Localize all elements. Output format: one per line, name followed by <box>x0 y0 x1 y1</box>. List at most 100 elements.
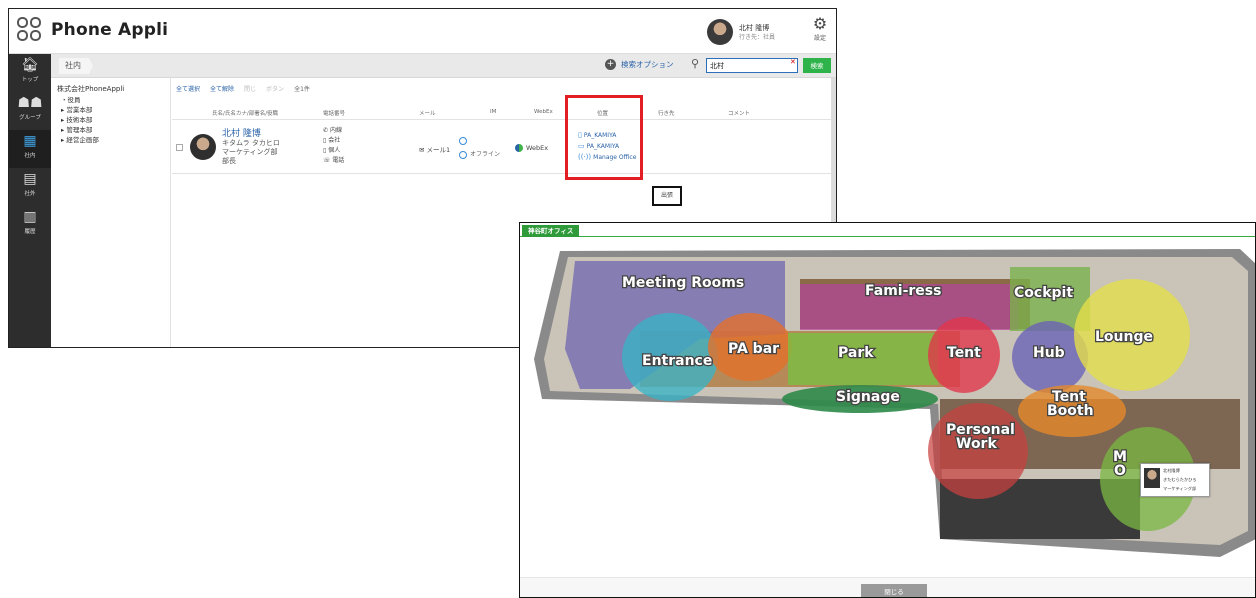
tab-office[interactable]: 神谷町オフィス <box>522 225 580 237</box>
webex-link[interactable]: WebEx <box>515 144 548 152</box>
skype-icon <box>459 150 467 159</box>
clipboard-icon: ▥ <box>23 209 37 225</box>
app-header: Phone Appli 北村 隆博 行き先：社員 ⚙ 設定 <box>9 9 836 54</box>
zone-label: Park <box>838 345 874 361</box>
mail-icon: ✉ <box>419 146 427 154</box>
zone-label: Fami-ress <box>865 283 941 299</box>
tree-node[interactable]: ▸ 経営企画部 <box>57 135 170 145</box>
tab-underline <box>520 236 1255 237</box>
im-status[interactable]: オフライン <box>459 134 500 162</box>
app-logo[interactable]: Phone Appli <box>17 17 168 43</box>
sidebar-item-history[interactable]: ▥ 履歴 <box>9 206 51 244</box>
person-name-link[interactable]: 北村 隆博 <box>222 130 280 139</box>
floor-map-window: 神谷町オフィス Meeting Rooms Fami-ress Cockpit … <box>519 222 1256 598</box>
popup-kana: きたむらたかひろ <box>1163 477 1197 482</box>
col-webex[interactable]: WebEx <box>534 109 553 115</box>
breadcrumb[interactable]: 社内 <box>59 58 93 74</box>
sidebar-item-label: 社内 <box>24 153 36 159</box>
disabled-action[interactable]: 閉じ <box>244 84 256 93</box>
floor-map-svg: Meeting Rooms Fami-ress Cockpit Lounge E… <box>534 249 1255 557</box>
grid-header: 氏名/氏名カナ/部署名/役職 電話番号 メール IM WebEx 位置 行き先 … <box>172 106 832 120</box>
popup-text: 北村隆博 きたむらたかひろ マーケティング部 <box>1163 466 1197 493</box>
location-highlight <box>565 95 643 180</box>
avatar <box>190 134 216 160</box>
toolbar: 社内 + 検索オプション ⚲ ✕ 検索 <box>51 54 836 78</box>
tree-node[interactable]: ▸ 営業本部 <box>57 105 170 115</box>
zone-label: PA bar <box>728 341 779 357</box>
col-phone[interactable]: 電話番号 <box>323 109 345 117</box>
col-mail[interactable]: メール <box>419 109 436 117</box>
org-tree: 株式会社PhoneAppli ・役員 ▸ 営業本部 ▸ 技術本部 ▸ 管理本部 … <box>51 78 171 347</box>
settings-label: 設定 <box>813 35 826 42</box>
phone-extension[interactable]: ✆ 内線 <box>323 126 344 136</box>
tree-node[interactable]: ・役員 <box>57 95 170 105</box>
table-row[interactable]: 北村 隆博 キタムラ タカヒロ マーケティング部 部長 ✆ 内線 ▯ 会社 ▯ … <box>172 122 832 206</box>
avatar <box>707 19 733 45</box>
sidebar-item-internal[interactable]: ▦ 社内 <box>9 130 51 168</box>
deselect-all-link[interactable]: 全て解除 <box>210 84 234 93</box>
phone-personal[interactable]: ▯ 個人 <box>323 146 344 156</box>
header-user-status: 行き先：社員 <box>739 33 776 41</box>
sidebar-item-top[interactable]: 🏠︎ トップ <box>9 54 51 92</box>
settings-button[interactable]: ⚙ 設定 <box>807 15 833 51</box>
sidebar-item-label: 履歴 <box>24 229 36 235</box>
search-options-button[interactable]: + 検索オプション <box>605 59 674 70</box>
row-checkbox[interactable] <box>176 144 183 151</box>
fax-icon: ☏ <box>323 157 333 164</box>
org-chart-icon: ▦ <box>23 133 37 149</box>
search-input[interactable] <box>706 58 798 73</box>
tree-node[interactable]: ▸ 技術本部 <box>57 115 170 125</box>
sidebar: 🏠︎ トップ ☗☗ グループ ▦ 社内 ▤ 社外 ▥ 履歴 <box>9 54 51 347</box>
phone-office[interactable]: ▯ 会社 <box>323 136 344 146</box>
map-footer: 閉じる <box>520 577 1255 597</box>
zone-label: O <box>1114 463 1126 479</box>
gear-icon: ⚙ <box>812 14 828 33</box>
person-info: 北村 隆博 キタムラ タカヒロ マーケティング部 部長 <box>222 130 280 166</box>
tree-root[interactable]: 株式会社PhoneAppli <box>57 84 170 95</box>
popup-dept: マーケティング部 <box>1163 486 1197 491</box>
person-dept: マーケティング部 <box>222 148 278 156</box>
tree-node[interactable]: ▸ 管理本部 <box>57 125 170 135</box>
floor-map[interactable]: Meeting Rooms Fami-ress Cockpit Lounge E… <box>520 239 1255 577</box>
header-user-name: 北村 隆博 <box>739 23 770 32</box>
result-count: 全1件 <box>294 86 310 93</box>
grid-actions: 全て選択 全て解除 閉じ ボタン 全1件 <box>176 84 310 93</box>
chat-icon <box>459 136 467 145</box>
search-options-label: 検索オプション <box>621 60 674 69</box>
popup-name: 北村隆博 <box>1163 468 1180 473</box>
zone-label: Work <box>956 436 997 452</box>
phoneappli-logo-icon <box>17 17 43 43</box>
scrollbar[interactable] <box>831 78 836 230</box>
col-name[interactable]: 氏名/氏名カナ/部署名/役職 <box>212 109 278 117</box>
home-icon: 🏠︎ <box>21 57 39 73</box>
zone-label: Signage <box>836 389 900 405</box>
phone-list: ✆ 内線 ▯ 会社 ▯ 個人 ☏ 電話 <box>323 126 344 166</box>
zone-label: Entrance <box>642 353 712 369</box>
sidebar-item-label: トップ <box>21 77 39 83</box>
select-all-link[interactable]: 全て選択 <box>176 84 200 93</box>
sidebar-item-external[interactable]: ▤ 社外 <box>9 168 51 206</box>
app-name: Phone Appli <box>51 20 169 40</box>
col-im[interactable]: IM <box>490 109 496 115</box>
search-icon: ⚲ <box>691 57 700 70</box>
group-icon: ☗☗ <box>17 95 43 111</box>
person-location-popup[interactable]: 北村隆博 きたむらたかひろ マーケティング部 <box>1140 463 1210 497</box>
sidebar-item-group[interactable]: ☗☗ グループ <box>9 92 51 130</box>
person-kana: キタムラ タカヒロ <box>222 139 280 147</box>
close-button[interactable]: 閉じる <box>861 584 927 597</box>
clear-icon[interactable]: ✕ <box>790 58 796 66</box>
phone-landline[interactable]: ☏ 電話 <box>323 156 344 166</box>
zone-label: Meeting Rooms <box>622 275 744 291</box>
col-comment[interactable]: コメント <box>728 109 750 117</box>
zone-label: Lounge <box>1095 329 1153 345</box>
mail-link[interactable]: ✉ メール1 <box>419 144 450 154</box>
destination-badge[interactable]: 出張 <box>652 186 682 206</box>
disabled-action[interactable]: ボタン <box>266 84 284 93</box>
search-button[interactable]: 検索 <box>803 58 831 73</box>
col-destination[interactable]: 行き先 <box>658 109 675 117</box>
webex-icon <box>515 144 523 152</box>
contact-card-icon: ▤ <box>23 171 37 187</box>
sidebar-item-label: グループ <box>19 115 41 121</box>
zone-label: Tent <box>947 345 981 361</box>
header-user[interactable]: 北村 隆博 行き先：社員 <box>707 14 803 50</box>
